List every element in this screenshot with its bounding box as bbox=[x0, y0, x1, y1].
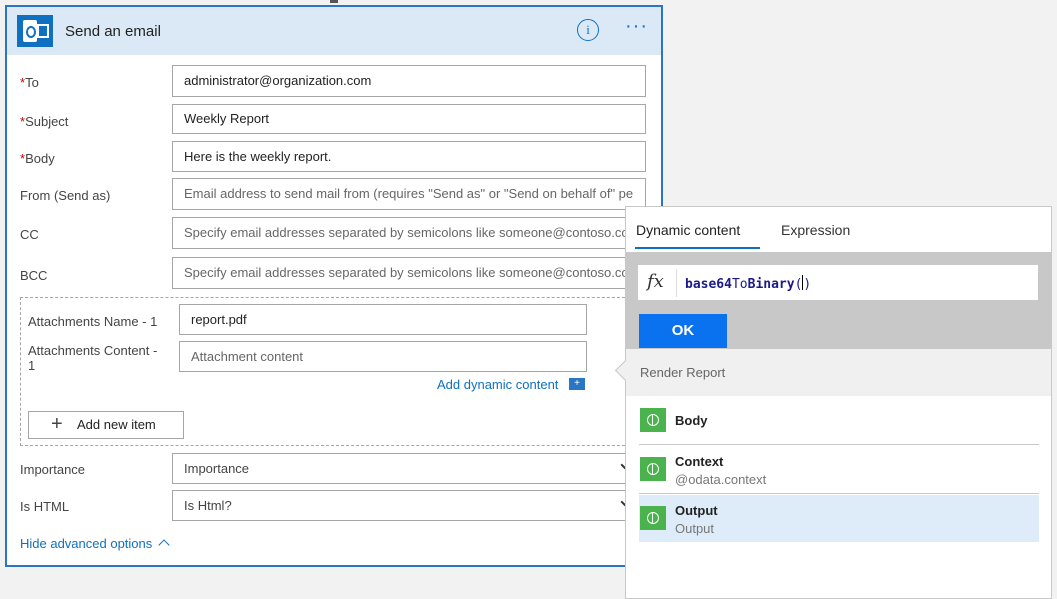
item-name: Context bbox=[675, 454, 724, 469]
subject-field[interactable]: Weekly Report bbox=[172, 104, 646, 134]
divider bbox=[639, 493, 1039, 494]
plus-icon: + bbox=[51, 413, 63, 435]
http-globe-icon bbox=[640, 457, 666, 481]
info-icon[interactable]: i bbox=[577, 19, 599, 41]
from-label: From (Send as) bbox=[20, 188, 111, 203]
bcc-field[interactable]: Specify email addresses separated by sem… bbox=[172, 257, 646, 289]
is-html-label: Is HTML bbox=[20, 499, 70, 514]
expression-text: base64ToBinary() bbox=[685, 275, 812, 292]
more-options-icon[interactable]: ··· bbox=[625, 16, 648, 36]
attachment-content-label: Attachments Content -1 bbox=[28, 343, 158, 373]
add-new-item-label: Add new item bbox=[77, 417, 156, 432]
body-field[interactable]: Here is the weekly report. bbox=[172, 141, 646, 172]
connector-notch bbox=[330, 0, 338, 3]
importance-dropdown[interactable]: Importance bbox=[172, 453, 646, 484]
send-email-card: Send an email i ··· *To administrator@or… bbox=[5, 5, 663, 567]
http-globe-icon bbox=[640, 506, 666, 530]
divider bbox=[639, 444, 1039, 445]
expression-area: fx base64ToBinary() OK bbox=[626, 252, 1051, 349]
is-html-placeholder: Is Html? bbox=[184, 498, 232, 513]
importance-label: Importance bbox=[20, 462, 86, 477]
cc-field[interactable]: Specify email addresses separated by sem… bbox=[172, 217, 646, 249]
item-sub: Output bbox=[675, 521, 715, 536]
http-globe-icon bbox=[640, 408, 666, 432]
add-dynamic-content-link[interactable]: Add dynamic content bbox=[437, 377, 558, 392]
dynamic-item-body[interactable]: Body bbox=[639, 397, 1039, 444]
dynamic-item-context[interactable]: Context @odata.context bbox=[639, 446, 1039, 493]
attachment-name-field[interactable]: report.pdf bbox=[179, 304, 587, 335]
expression-input[interactable]: fx base64ToBinary() bbox=[638, 265, 1038, 300]
dynamic-content-panel: Dynamic content Expression fx base64ToBi… bbox=[614, 206, 1052, 599]
item-sub: @odata.context bbox=[675, 472, 767, 487]
item-name: Body bbox=[675, 413, 708, 428]
card-header[interactable]: Send an email i ··· bbox=[7, 7, 661, 55]
cc-label: CC bbox=[20, 227, 39, 242]
from-field[interactable]: Email address to send mail from (require… bbox=[172, 178, 646, 210]
importance-placeholder: Importance bbox=[184, 461, 250, 476]
attachment-content-field[interactable]: Attachment content bbox=[179, 341, 587, 372]
tab-expression[interactable]: Expression bbox=[781, 222, 850, 238]
dynamic-item-output[interactable]: Output Output bbox=[639, 495, 1039, 542]
item-name: Output bbox=[675, 503, 718, 518]
hide-advanced-label: Hide advanced options bbox=[20, 536, 153, 551]
attachment-name-label: Attachments Name - 1 bbox=[28, 314, 158, 329]
outlook-logo-icon bbox=[17, 15, 53, 47]
attachments-group: Attachments Name - 1 report.pdf Attachme… bbox=[20, 297, 650, 446]
to-field[interactable]: administrator@organization.com bbox=[172, 65, 646, 97]
hide-advanced-options-link[interactable]: Hide advanced options bbox=[20, 536, 170, 551]
chevron-up-icon bbox=[158, 539, 170, 551]
subject-label: *Subject bbox=[20, 114, 69, 129]
ok-button[interactable]: OK bbox=[639, 314, 727, 348]
fx-icon: fx bbox=[647, 271, 664, 292]
tab-dynamic-content[interactable]: Dynamic content bbox=[636, 222, 740, 238]
add-dynamic-content-icon[interactable]: + bbox=[569, 378, 585, 390]
active-tab-indicator bbox=[635, 247, 760, 249]
add-new-item-button[interactable]: + Add new item bbox=[28, 411, 184, 439]
section-title: Render Report bbox=[640, 365, 726, 380]
to-label: *To bbox=[20, 75, 39, 90]
panel-tabs: Dynamic content Expression bbox=[626, 207, 1051, 252]
bcc-label: BCC bbox=[20, 268, 48, 283]
is-html-dropdown[interactable]: Is Html? bbox=[172, 490, 646, 521]
card-title: Send an email bbox=[65, 23, 161, 40]
render-report-section[interactable]: Render Report bbox=[614, 349, 1051, 396]
body-label: *Body bbox=[20, 151, 55, 166]
